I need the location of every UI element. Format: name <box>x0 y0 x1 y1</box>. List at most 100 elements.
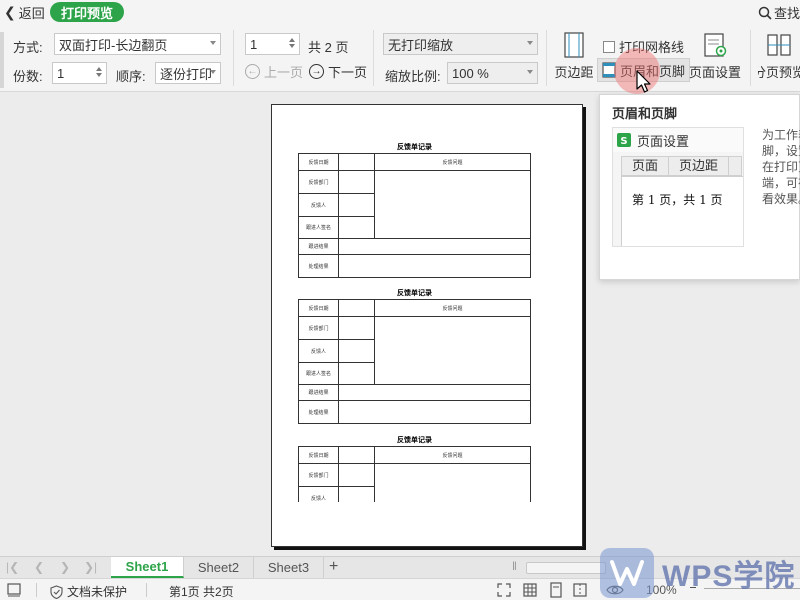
print-preview-badge: 打印预览 <box>50 2 124 22</box>
cell-value <box>338 384 531 401</box>
normal-view-icon[interactable] <box>522 582 538 598</box>
protection-status[interactable]: 文档未保护 <box>50 583 127 600</box>
desc-line: 为工作表 <box>762 128 800 142</box>
problem-cell <box>374 316 531 385</box>
next-page-label: 下一页 <box>328 65 368 80</box>
cell-value <box>338 316 375 340</box>
cell-value <box>338 216 375 239</box>
last-sheet-icon[interactable]: ❯| <box>84 560 97 574</box>
cell-value <box>338 339 375 363</box>
cell-value <box>338 486 375 502</box>
cell-value <box>338 362 375 385</box>
dialog-header: S 页面设置 <box>613 128 743 152</box>
desc-line: 端，可在 <box>762 176 800 190</box>
cell-label: 反馈部门 <box>298 316 339 340</box>
chevron-left-icon: ❮ <box>4 4 16 20</box>
print-order-select[interactable]: 逐份打印 <box>155 62 221 84</box>
page-break-icon <box>767 34 791 56</box>
divider <box>36 583 37 597</box>
copies-stepper[interactable]: 1 <box>52 62 107 84</box>
first-sheet-icon[interactable]: |❮ <box>6 560 19 574</box>
page-setup-icon <box>704 33 727 57</box>
problem-cell <box>374 170 531 239</box>
checkbox-unchecked-icon <box>603 40 615 53</box>
chevron-down-icon <box>210 70 216 74</box>
page-number-stepper[interactable]: 1 <box>245 33 300 55</box>
page-break-label: 分页预览 <box>758 65 800 80</box>
stepper-arrows-icon <box>288 36 296 52</box>
cell-header: 反馈问题 <box>374 153 531 171</box>
tab-sheet3[interactable]: Sheet3 <box>254 557 324 578</box>
arrow-right-icon: → <box>309 64 324 79</box>
page-break-preview-button[interactable]: 分页预览 <box>758 32 800 88</box>
next-sheet-icon[interactable]: ❯ <box>60 560 70 574</box>
cell-value <box>338 153 375 171</box>
next-page-button[interactable]: → 下一页 <box>309 62 367 81</box>
wps-academy-watermark: WPS学院 <box>600 548 795 598</box>
cell-label: 跟进结果 <box>298 238 339 255</box>
page-margins-icon <box>564 32 584 58</box>
divider <box>373 30 374 86</box>
divider <box>233 30 234 86</box>
page-info: 第1页 共2页 <box>169 585 234 599</box>
copies-label: 份数: <box>13 69 43 84</box>
fullscreen-icon[interactable] <box>496 582 512 598</box>
back-label: 返回 <box>18 5 45 21</box>
zoom-select[interactable]: 100 % <box>447 62 538 84</box>
order-label: 顺序: <box>116 69 146 84</box>
tooltip-preview: S 页面设置 页面 页边距 第 1 页，共 1 页 <box>612 127 744 247</box>
cell-label: 反馈人 <box>298 486 339 502</box>
tab-sheet2[interactable]: Sheet2 <box>184 557 254 578</box>
feedback-table: 反馈日期 反馈问题 反馈部门 反馈人 跟进人签名 跟进结果 处理结果 <box>298 299 531 424</box>
feedback-table: 反馈日期 反馈问题 反馈部门 反馈人 跟进人签名 跟进结果 处理结果 <box>298 153 531 278</box>
cell-label: 反馈部门 <box>298 463 339 487</box>
feedback-form: 反馈单记录 反馈日期 反馈问题 反馈部门 反馈人 跟进人签名 跟进结果 处理结果 <box>298 143 531 278</box>
form-title: 反馈单记录 <box>397 144 432 151</box>
divider <box>750 30 751 86</box>
tab-sheet1[interactable]: Sheet1 <box>111 557 184 578</box>
zoom-label: 缩放比例: <box>385 69 441 84</box>
feedback-form: 反馈单记录 反馈日期反馈问题 反馈部门 反馈人 跟进人签名 <box>298 436 531 502</box>
cell-value <box>338 170 375 194</box>
horizontal-scrollbar[interactable] <box>526 562 606 574</box>
divider <box>546 30 547 86</box>
page-layout-icon[interactable] <box>548 582 564 598</box>
margins-button[interactable]: 页边距 <box>554 32 594 88</box>
zoom-value: 100 % <box>452 65 489 81</box>
tooltip-description: 为工作表 脚，设置 在打印页 端，可在 看效果。 <box>762 127 800 207</box>
add-sheet-button[interactable]: + <box>329 558 338 576</box>
feedback-form: 反馈单记录 反馈日期 反馈问题 反馈部门 反馈人 跟进人签名 跟进结果 处理结果 <box>298 289 531 424</box>
cell-label: 跟进人签名 <box>298 362 339 385</box>
split-handle-icon[interactable]: ‖ <box>512 559 517 573</box>
prev-sheet-icon[interactable]: ❮ <box>34 560 44 574</box>
page-number-value: 1 <box>250 36 258 52</box>
ribbon-edge <box>0 32 4 88</box>
top-bar: ❮ 返回 打印预览 查找 <box>0 0 800 24</box>
header-footer-tooltip: 页眉和页脚 S 页面设置 页面 页边距 第 1 页，共 1 页 为工作表 脚，设… <box>599 94 800 280</box>
mouse-cursor-icon <box>636 70 651 93</box>
search-button[interactable]: 查找 <box>758 3 800 22</box>
cell-value <box>338 299 375 317</box>
back-button[interactable]: ❮ 返回 <box>4 3 45 21</box>
page-break-view-icon[interactable] <box>572 582 588 598</box>
cell-label: 处理结果 <box>298 400 339 424</box>
chevron-down-icon <box>527 41 533 45</box>
cell-label: 反馈人 <box>298 193 339 217</box>
cell-label: 跟进结果 <box>298 384 339 401</box>
shield-icon <box>50 584 63 599</box>
search-icon <box>758 6 772 20</box>
cell-value <box>338 254 531 278</box>
print-mode-select[interactable]: 双面打印-长边翻页 <box>54 33 221 55</box>
prev-page-button[interactable]: ← 上一页 <box>245 62 303 81</box>
page-setup-button[interactable]: 页面设置 <box>688 32 742 88</box>
cell-value <box>338 446 375 464</box>
form-title: 反馈单记录 <box>397 290 432 297</box>
scale-mode-select[interactable]: 无打印缩放 <box>383 33 538 55</box>
print-mode-value: 双面打印-长边翻页 <box>59 37 168 53</box>
cell-label: 反馈部门 <box>298 170 339 194</box>
tab-page: 页面 <box>621 156 670 176</box>
layout-icon[interactable] <box>6 582 22 598</box>
chevron-down-icon <box>527 70 533 74</box>
stepper-arrows-icon <box>95 65 103 81</box>
tooltip-title: 页眉和页脚 <box>612 106 678 121</box>
